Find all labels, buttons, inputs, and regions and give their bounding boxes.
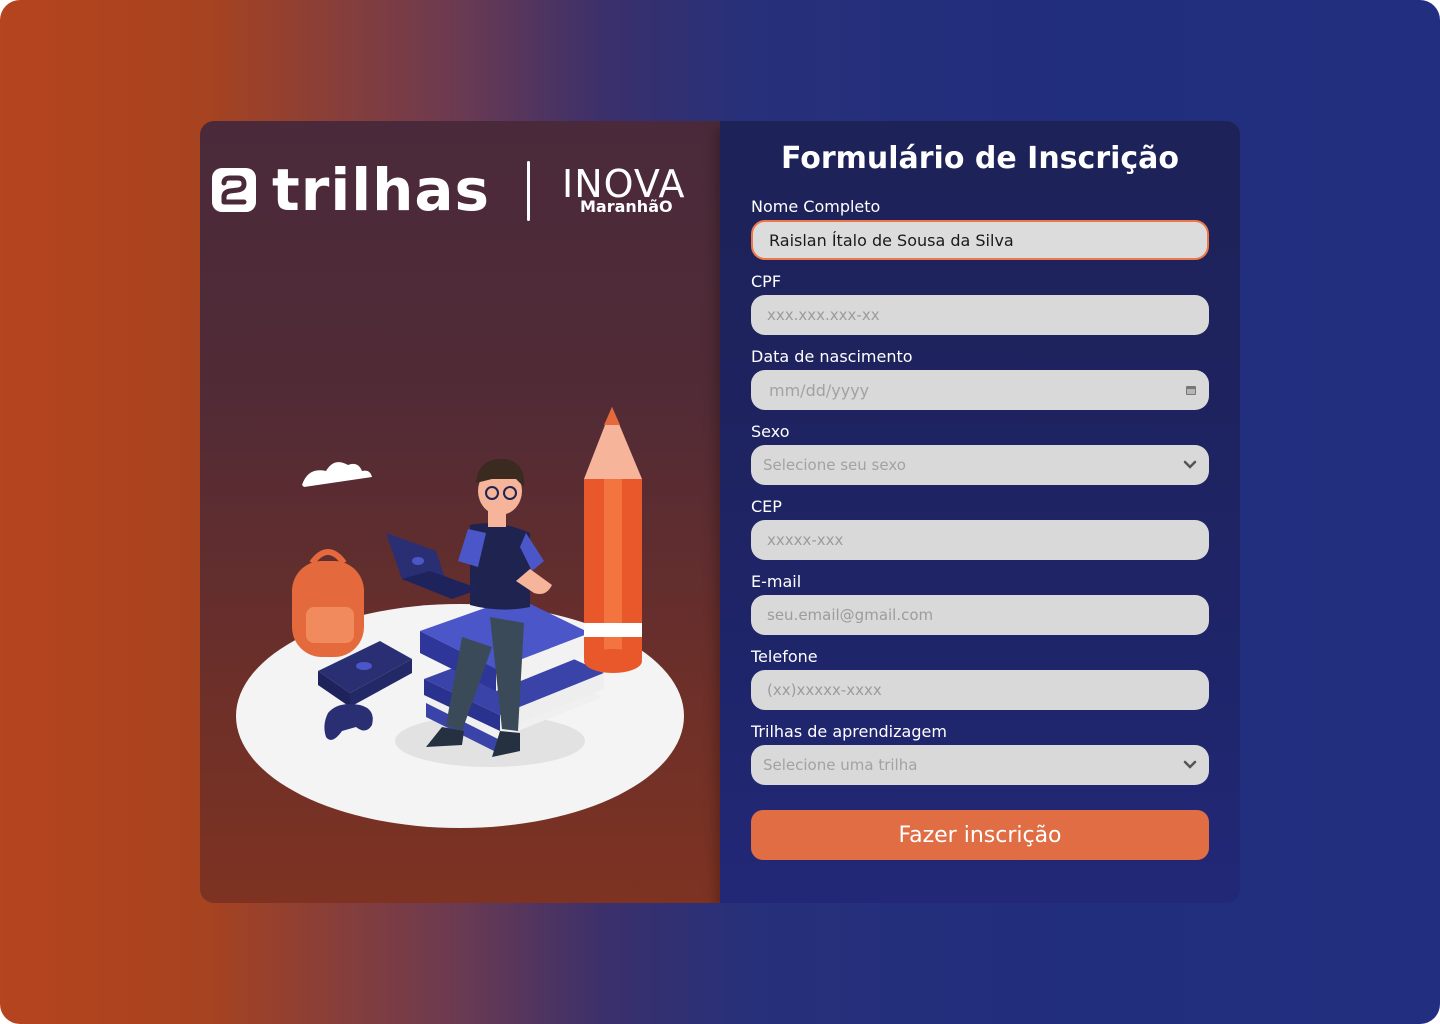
backpack-shape — [292, 549, 364, 657]
signup-card: trilhas INOVA MaranhãO Formulário de Ins… — [200, 121, 1240, 903]
nome-label: Nome Completo — [751, 197, 881, 216]
maranhao-wordmark: MaranhãO — [580, 197, 673, 216]
student-illustration — [236, 407, 684, 828]
cep-input[interactable] — [751, 520, 1209, 560]
trilha-placeholder: Selecione uma trilha — [763, 756, 918, 774]
registration-form: Formulário de Inscrição Nome Completo CP… — [720, 121, 1240, 903]
nome-completo-input[interactable] — [751, 220, 1209, 260]
logo-divider — [527, 161, 530, 221]
data-nascimento-input[interactable]: mm/dd/yyyy — [751, 370, 1209, 410]
nascimento-label: Data de nascimento — [751, 347, 913, 366]
calendar-icon[interactable] — [1185, 384, 1197, 396]
sexo-placeholder: Selecione seu sexo — [763, 456, 906, 474]
brand-panel: trilhas INOVA MaranhãO — [200, 121, 720, 903]
nascimento-placeholder: mm/dd/yyyy — [769, 380, 870, 400]
chevron-down-icon — [1183, 460, 1197, 469]
sexo-select[interactable]: Selecione seu sexo — [751, 445, 1209, 485]
form-title: Formulário de Inscrição — [780, 141, 1180, 176]
cep-label: CEP — [751, 497, 782, 516]
telefone-label: Telefone — [751, 647, 818, 666]
fazer-inscricao-button[interactable]: Fazer inscrição — [751, 810, 1209, 860]
inova-maranhao-logo: INOVA MaranhãO — [562, 165, 712, 217]
email-input[interactable] — [751, 595, 1209, 635]
trilhas-wordmark: trilhas — [272, 156, 491, 224]
cloud-shape — [302, 462, 372, 487]
email-label: E-mail — [751, 572, 802, 591]
cpf-input[interactable] — [751, 295, 1209, 335]
telefone-input[interactable] — [751, 670, 1209, 710]
trilha-select[interactable]: Selecione uma trilha — [751, 745, 1209, 785]
page-background: trilhas INOVA MaranhãO Formulário de Ins… — [0, 0, 1440, 1024]
chevron-down-icon — [1183, 760, 1197, 769]
trilhas-logo-icon — [212, 168, 256, 212]
trilhas-logo: trilhas — [210, 159, 490, 221]
trilhas-label: Trilhas de aprendizagem — [751, 722, 947, 741]
pencil-shape — [584, 407, 642, 673]
sexo-label: Sexo — [751, 422, 790, 441]
cpf-label: CPF — [751, 272, 782, 291]
